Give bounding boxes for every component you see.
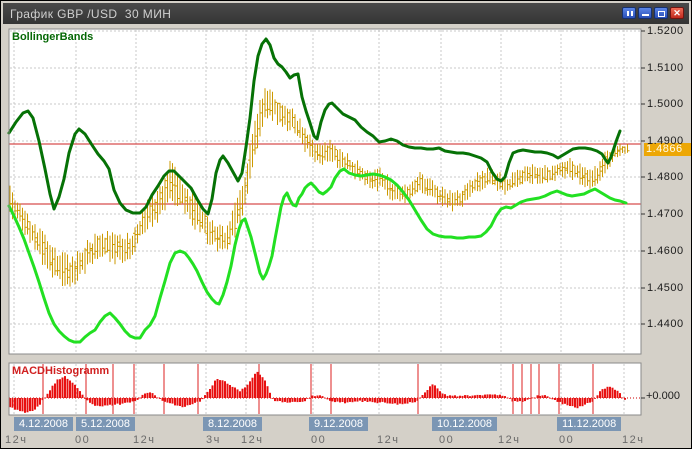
price-axis-label: 1.4500 [647,282,684,294]
date-label: 10.12.2008 [432,417,498,431]
date-label: 9.12.2008 [309,417,368,431]
price-axis-label: 1.4700 [647,208,684,220]
time-label: 12ч [241,434,264,446]
indicator-label-bollinger: BollingerBands [12,31,94,43]
time-label: 12ч [5,434,28,446]
macd-zero-label: +0.000 [646,390,680,402]
date-label: 5.12.2008 [76,417,135,431]
time-label: 00 [439,434,455,446]
date-label: 4.12.2008 [14,417,73,431]
price-axis-label: 1.5000 [647,98,684,110]
price-axis-label: 1.5100 [647,62,684,74]
price-axis-label: 1.4900 [647,135,684,147]
time-label: 12ч [498,434,521,446]
time-label: 3ч [206,434,221,446]
date-label: 11.12.2008 [557,417,622,431]
chart-window: График GBP /USD 30 МИН ✕ BollingerBands … [0,0,692,449]
time-label: 12ч [133,434,156,446]
price-axis-label: 1.5200 [647,25,684,37]
price-axis-label: 1.4400 [647,318,684,330]
price-axis-label: 1.4800 [647,171,684,183]
time-label: 12ч [377,434,400,446]
date-label: 8.12.2008 [203,417,262,431]
time-label: 12ч [622,434,645,446]
chart-canvas[interactable] [1,1,692,449]
time-label: 00 [559,434,575,446]
price-axis-label: 1.4600 [647,245,684,257]
indicator-label-macd: MACDHistogramm [12,365,110,377]
time-label: 00 [75,434,91,446]
time-label: 00 [311,434,327,446]
